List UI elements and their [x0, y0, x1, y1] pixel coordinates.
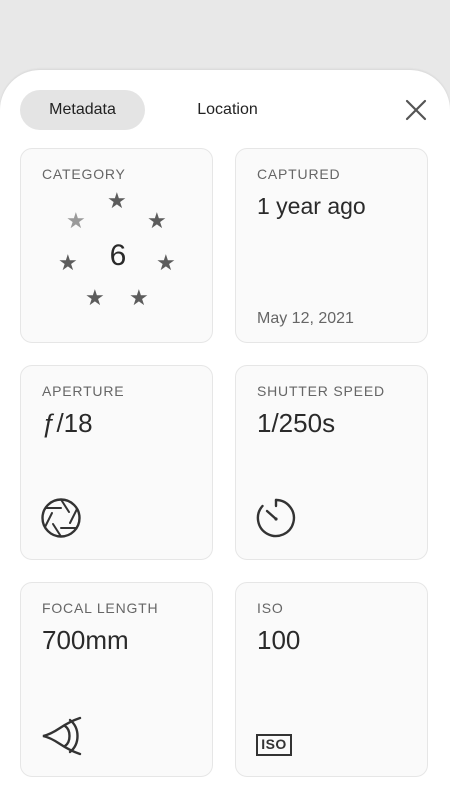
star-icon: ★: [147, 208, 167, 233]
category-label: CATEGORY: [42, 166, 126, 182]
captured-date: May 12, 2021: [257, 310, 354, 327]
star-icon: ★: [129, 285, 149, 310]
captured-value: 1 year ago: [257, 193, 366, 219]
iso-label: ISO: [257, 600, 284, 616]
bottom-sheet: Metadata Location CATEGORY ★ ★ ★ ★ ★ ★ ★…: [0, 70, 450, 800]
star-icon: ★: [85, 285, 105, 310]
aperture-card: APERTURE ƒ/18: [20, 365, 213, 560]
category-value: 6: [109, 239, 127, 272]
focal-label: FOCAL LENGTH: [42, 600, 159, 616]
shutter-card: SHUTTER SPEED 1/250s: [235, 365, 428, 560]
timer-icon: [256, 498, 296, 538]
iso-badge-text: ISO: [261, 736, 287, 752]
captured-card: CAPTURED 1 year ago May 12, 2021: [235, 148, 428, 343]
aperture-icon: [41, 498, 81, 538]
focal-card: FOCAL LENGTH 700mm: [20, 582, 213, 777]
category-star-ring: ★ ★ ★ ★ ★ ★ ★ 6: [56, 187, 180, 311]
category-card: CATEGORY ★ ★ ★ ★ ★ ★ ★ 6: [20, 148, 213, 343]
aperture-label: APERTURE: [42, 383, 125, 399]
shutter-label: SHUTTER SPEED: [257, 383, 385, 399]
iso-icon: ISO: [256, 734, 292, 756]
star-icon: ★: [107, 188, 127, 213]
iso-card: ISO 100 ISO: [235, 582, 428, 777]
focal-value: 700mm: [42, 625, 129, 655]
aperture-value: ƒ/18: [42, 408, 93, 438]
shutter-value: 1/250s: [257, 408, 336, 438]
captured-label: CAPTURED: [257, 166, 341, 182]
tab-bar: Metadata Location: [20, 90, 430, 130]
tab-location[interactable]: Location: [170, 90, 285, 130]
eye-icon: [42, 716, 82, 756]
tab-metadata[interactable]: Metadata: [20, 90, 145, 130]
close-icon[interactable]: [402, 96, 430, 124]
iso-value: 100: [257, 625, 301, 655]
star-icon: ★: [66, 208, 86, 233]
